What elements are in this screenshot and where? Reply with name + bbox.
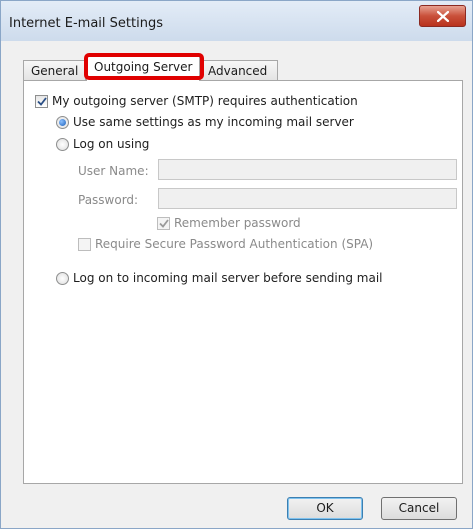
use-same-settings-label: Use same settings as my incoming mail se… (73, 115, 354, 129)
radio-selected-dot (59, 118, 66, 126)
use-same-settings-row[interactable]: Use same settings as my incoming mail se… (56, 115, 354, 129)
requires-auth-label: My outgoing server (SMTP) requires authe… (52, 94, 358, 108)
remember-password-label: Remember password (174, 216, 301, 230)
outgoing-server-panel: My outgoing server (SMTP) requires authe… (23, 80, 463, 484)
tab-advanced-label: Advanced (208, 64, 268, 78)
log-on-incoming-row[interactable]: Log on to incoming mail server before se… (56, 271, 383, 285)
tab-general-label: General (31, 64, 79, 78)
title-bar[interactable]: Internet E-mail Settings (1, 1, 472, 41)
close-icon (437, 11, 449, 22)
spa-checkbox[interactable] (78, 237, 91, 251)
username-input[interactable] (158, 159, 457, 180)
tab-advanced[interactable]: Advanced (200, 60, 278, 80)
log-on-using-row[interactable]: Log on using (56, 137, 149, 151)
username-label: User Name: (78, 164, 149, 178)
password-input[interactable] (158, 188, 457, 209)
checkmark-icon (158, 218, 169, 228)
tab-general[interactable]: General (23, 60, 86, 80)
cancel-button[interactable]: Cancel (381, 497, 457, 520)
log-on-incoming-label: Log on to incoming mail server before se… (73, 271, 383, 285)
log-on-using-label: Log on using (73, 137, 150, 151)
window-title: Internet E-mail Settings (9, 16, 163, 31)
remember-password-checkbox[interactable] (157, 216, 170, 230)
checkmark-icon (36, 96, 47, 106)
use-same-settings-radio[interactable] (56, 115, 69, 129)
email-settings-dialog: Internet E-mail Settings General Outgoin… (0, 0, 473, 529)
log-on-incoming-radio[interactable] (56, 271, 69, 285)
password-label: Password: (78, 193, 139, 207)
close-button[interactable] (419, 5, 466, 27)
remember-password-row[interactable]: Remember password (157, 216, 301, 230)
spa-row[interactable]: Require Secure Password Authentication (… (78, 237, 373, 251)
tab-highlight-box (84, 53, 204, 80)
ok-button[interactable]: OK (287, 497, 363, 520)
spa-label: Require Secure Password Authentication (… (95, 237, 374, 251)
requires-auth-checkbox[interactable] (35, 94, 48, 108)
log-on-using-radio[interactable] (56, 137, 69, 151)
requires-auth-row[interactable]: My outgoing server (SMTP) requires authe… (35, 94, 358, 108)
